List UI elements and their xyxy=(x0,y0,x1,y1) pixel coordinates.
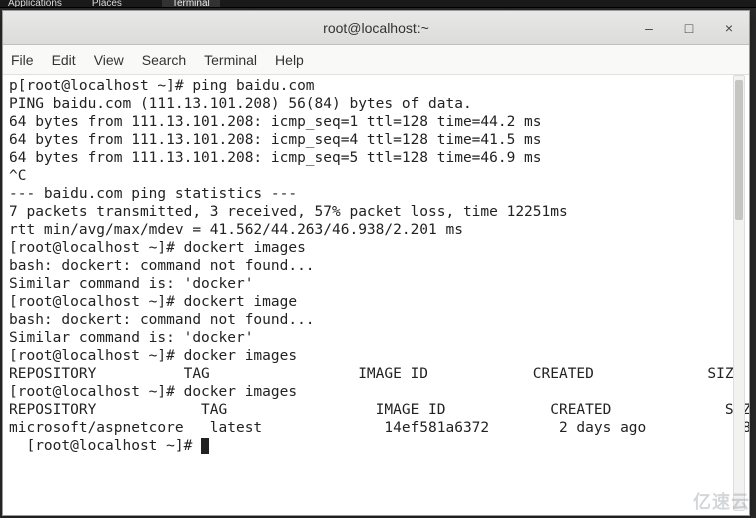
terminal-body[interactable]: p[root@localhost ~]# ping baidu.comPING … xyxy=(3,75,749,515)
terminal-window: root@localhost:~ – □ × File Edit View Se… xyxy=(2,10,750,516)
terminal-line: [root@localhost ~]# xyxy=(9,437,743,455)
close-button[interactable]: × xyxy=(715,18,743,38)
scrollbar-thumb[interactable] xyxy=(735,80,743,220)
terminal-line: 64 bytes from 111.13.101.208: icmp_seq=4… xyxy=(9,131,743,149)
titlebar[interactable]: root@localhost:~ – □ × xyxy=(3,11,749,45)
terminal-line: --- baidu.com ping statistics --- xyxy=(9,185,743,203)
terminal-line: microsoft/aspnetcore latest 14ef581a6372… xyxy=(9,419,743,437)
menu-view[interactable]: View xyxy=(94,52,124,68)
terminal-line: bash: dockert: command not found... xyxy=(9,311,743,329)
taskbar-terminal[interactable]: Terminal xyxy=(162,0,220,8)
menu-terminal[interactable]: Terminal xyxy=(204,52,257,68)
menu-applications[interactable]: Applications xyxy=(8,0,62,8)
terminal-line: rtt min/avg/max/mdev = 41.562/44.263/46.… xyxy=(9,221,743,239)
terminal-line: Similar command is: 'docker' xyxy=(9,329,743,347)
terminal-line: Similar command is: 'docker' xyxy=(9,275,743,293)
cursor xyxy=(201,438,209,454)
terminal-line: ^C xyxy=(9,167,743,185)
menu-places[interactable]: Places xyxy=(92,0,122,8)
menu-help[interactable]: Help xyxy=(275,52,304,68)
terminal-line: REPOSITORY TAG IMAGE ID CREATED SIZE xyxy=(9,365,743,383)
menu-file[interactable]: File xyxy=(11,52,34,68)
terminal-line: 7 packets transmitted, 3 received, 57% p… xyxy=(9,203,743,221)
terminal-line: [root@localhost ~]# dockert images xyxy=(9,239,743,257)
menu-search[interactable]: Search xyxy=(142,52,186,68)
terminal-line: 64 bytes from 111.13.101.208: icmp_seq=1… xyxy=(9,113,743,131)
menubar: File Edit View Search Terminal Help xyxy=(3,45,749,75)
terminal-line: REPOSITORY TAG IMAGE ID CREATED SIZE xyxy=(9,401,743,419)
maximize-button[interactable]: □ xyxy=(675,18,703,38)
window-title: root@localhost:~ xyxy=(323,20,429,36)
desktop-topbar: Applications Places Terminal xyxy=(0,0,756,8)
vertical-scrollbar[interactable] xyxy=(733,75,745,511)
window-controls: – □ × xyxy=(635,18,743,38)
minimize-button[interactable]: – xyxy=(635,18,663,38)
terminal-line: bash: dockert: command not found... xyxy=(9,257,743,275)
terminal-line: [root@localhost ~]# dockert image xyxy=(9,293,743,311)
terminal-line: [root@localhost ~]# docker images xyxy=(9,347,743,365)
terminal-line: 64 bytes from 111.13.101.208: icmp_seq=5… xyxy=(9,149,743,167)
terminal-line: [root@localhost ~]# docker images xyxy=(9,383,743,401)
terminal-line: PING baidu.com (111.13.101.208) 56(84) b… xyxy=(9,95,743,113)
terminal-line: p[root@localhost ~]# ping baidu.com xyxy=(9,77,743,95)
menu-edit[interactable]: Edit xyxy=(52,52,76,68)
